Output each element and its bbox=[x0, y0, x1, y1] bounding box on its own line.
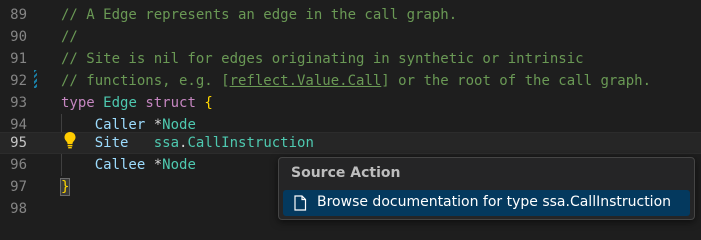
file-icon bbox=[294, 195, 307, 211]
code-editor[interactable]: 89 // A Edge represents an edge in the c… bbox=[0, 0, 701, 223]
line-number: 92 bbox=[10, 73, 27, 89]
code-text: type Edge struct { bbox=[61, 92, 213, 114]
comment-text: ] or the root of the call graph. bbox=[381, 73, 652, 89]
keyword: type bbox=[61, 95, 95, 111]
type-name: Node bbox=[162, 117, 196, 133]
line-number: 91 bbox=[10, 51, 27, 67]
keyword: struct bbox=[145, 95, 196, 111]
bracket: } bbox=[59, 178, 71, 196]
type-name: Edge bbox=[103, 95, 137, 111]
doc-link[interactable]: reflect.Value.Call bbox=[230, 73, 382, 89]
code-line[interactable]: 89 // A Edge represents an edge in the c… bbox=[0, 4, 701, 26]
code-line-current[interactable]: 95 Site ssa.CallInstruction bbox=[0, 132, 701, 154]
line-number: 90 bbox=[10, 29, 27, 45]
code-comment: // A Edge represents an edge in the call… bbox=[61, 7, 458, 23]
menu-item-label: Browse documentation for type ssa.CallIn… bbox=[317, 194, 672, 210]
menu-header: Source Action bbox=[291, 165, 401, 181]
package-name: ssa bbox=[153, 135, 180, 151]
line-number: 97 bbox=[10, 179, 27, 195]
comment-text: // functions, e.g. [ bbox=[61, 73, 230, 89]
code-comment: // Site is nil for edges originating in … bbox=[61, 51, 584, 67]
line-number: 89 bbox=[10, 7, 27, 23]
source-action-menu: Source Action Browse documentation for t… bbox=[278, 157, 695, 220]
line-number: 93 bbox=[10, 95, 27, 111]
field-name: Callee bbox=[94, 157, 146, 173]
bracket: { bbox=[204, 95, 213, 111]
pointer-operator: * bbox=[153, 157, 163, 173]
line-number: 95 bbox=[10, 135, 27, 151]
code-text: Callee *Node bbox=[61, 154, 196, 176]
line-number: 96 bbox=[10, 157, 27, 173]
field-name: Caller bbox=[94, 117, 146, 133]
type-name: Node bbox=[162, 157, 196, 173]
code-comment: // bbox=[61, 29, 78, 45]
browse-documentation-item[interactable]: Browse documentation for type ssa.CallIn… bbox=[283, 190, 690, 216]
line-number: 98 bbox=[10, 201, 27, 217]
code-line[interactable]: 92 // functions, e.g. [reflect.Value.Cal… bbox=[0, 70, 701, 92]
code-line[interactable]: 90 // bbox=[0, 26, 701, 48]
field-name: Site bbox=[94, 135, 129, 151]
code-comment: // functions, e.g. [reflect.Value.Call] … bbox=[61, 70, 651, 92]
code-line[interactable]: 91 // Site is nil for edges originating … bbox=[0, 48, 701, 70]
code-text: Site ssa.CallInstruction bbox=[61, 132, 314, 154]
pointer-operator: * bbox=[153, 117, 163, 133]
code-line[interactable]: 93 type Edge struct { bbox=[0, 92, 701, 114]
type-name: CallInstruction bbox=[187, 135, 314, 151]
code-text: } bbox=[59, 176, 71, 198]
lightbulb-icon[interactable] bbox=[63, 131, 77, 149]
